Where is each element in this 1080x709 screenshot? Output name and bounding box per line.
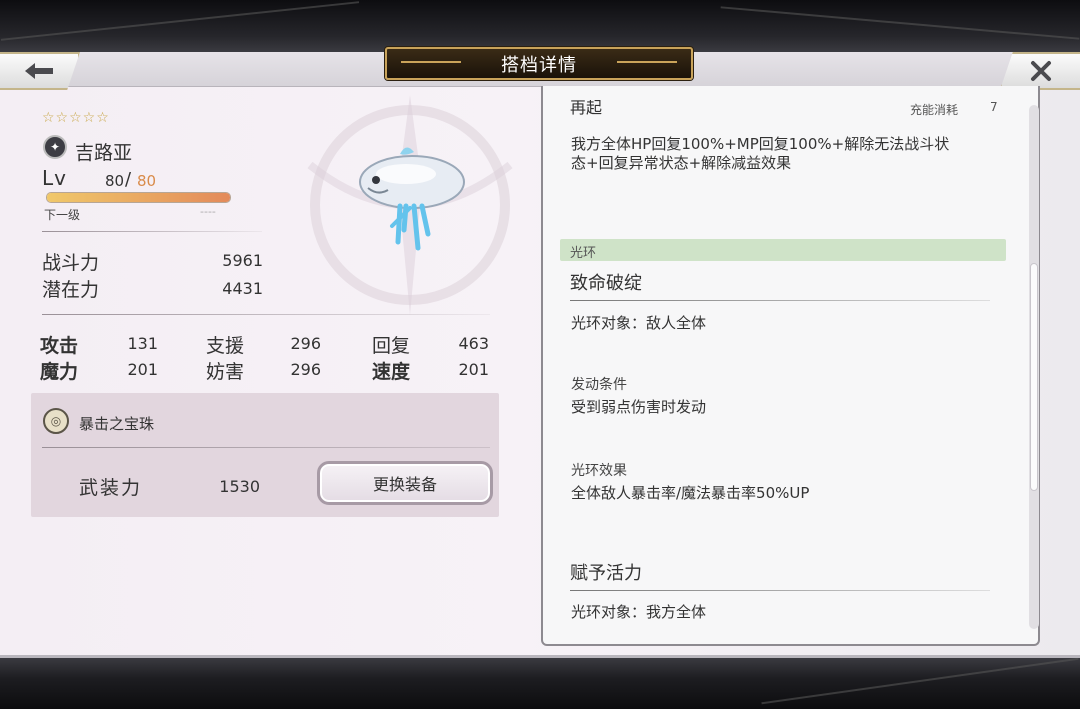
recover-value: 463 xyxy=(458,334,489,353)
level-max: 80 xyxy=(137,172,157,190)
level-slash: / xyxy=(125,169,132,190)
armed-power-label: 武装力 xyxy=(79,477,143,499)
attack-label: 攻击 xyxy=(40,335,79,357)
special-skill-desc-line2: 态+回复异常状态+解除减益效果 xyxy=(571,154,792,172)
skill-scrollbar-thumb[interactable] xyxy=(1030,263,1038,491)
close-icon xyxy=(1031,61,1051,81)
potential-value: 4431 xyxy=(222,279,263,298)
divider xyxy=(570,590,990,591)
aura1-condition: 受到弱点伤害时发动 xyxy=(571,398,707,416)
armed-power-value: 1530 xyxy=(219,477,260,496)
equipment-name: 暴击之宝珠 xyxy=(79,415,155,433)
combat-power-label: 战斗力 xyxy=(42,252,100,274)
magic-label: 魔力 xyxy=(40,361,79,383)
combat-power-value: 5961 xyxy=(222,251,263,270)
page-title: 搭档详情 xyxy=(385,47,693,80)
exp-bar xyxy=(46,192,231,203)
aura2-name: 赋予活力 xyxy=(570,563,642,584)
aura1-effect: 全体敌人暴击率/魔法暴击率50%UP xyxy=(571,484,810,502)
aura-section-label: 光环 xyxy=(570,246,597,261)
hinder-label: 妨害 xyxy=(206,361,245,383)
special-skill-desc-line1: 我方全体HP回复100%+MP回复100%+解除无法战斗状 xyxy=(571,135,950,153)
level-label: Lv xyxy=(42,166,67,190)
divider xyxy=(570,300,990,301)
support-label: 支援 xyxy=(206,335,245,357)
aura1-name: 致命破绽 xyxy=(570,273,642,294)
speed-value: 201 xyxy=(458,360,489,379)
jellyfish-partner-icon xyxy=(359,147,465,251)
aura1-condition-label: 发动条件 xyxy=(571,377,627,393)
next-level-label: 下一级 xyxy=(44,208,81,222)
rarity-stars: ☆☆☆☆☆ xyxy=(42,110,110,126)
top-background-band xyxy=(0,0,1080,52)
hinder-value: 296 xyxy=(290,360,321,379)
potential-label: 潜在力 xyxy=(42,279,100,301)
divider xyxy=(42,447,490,448)
attack-value: 131 xyxy=(127,334,158,353)
level-current: 80 xyxy=(105,172,125,190)
support-value: 296 xyxy=(290,334,321,353)
divider xyxy=(42,231,262,232)
next-level-value: ---- xyxy=(200,205,216,218)
charge-cost-label: 充能消耗 xyxy=(910,103,959,117)
bottom-background-band xyxy=(0,658,1080,709)
exp-bar-fill xyxy=(47,193,230,202)
aura1-target: 光环对象：敌人全体 xyxy=(571,314,707,332)
aura1-effect-label: 光环效果 xyxy=(571,463,627,479)
dark-element-icon: ✦ xyxy=(43,135,67,159)
change-equipment-label: 更换装备 xyxy=(372,475,437,494)
close-button[interactable] xyxy=(1000,52,1080,90)
charge-cost-value: 7 xyxy=(990,100,998,114)
back-arrow-icon xyxy=(25,63,53,79)
aura-section-header: 光环 xyxy=(560,239,1006,261)
aura2-target: 光环对象：我方全体 xyxy=(571,603,707,621)
page-title-text: 搭档详情 xyxy=(501,54,577,76)
back-button[interactable] xyxy=(0,52,80,90)
change-equipment-button[interactable]: 更换装备 xyxy=(317,461,493,505)
speed-label: 速度 xyxy=(372,361,411,383)
character-name: 吉路亚 xyxy=(75,142,133,164)
magic-value: 201 xyxy=(127,360,158,379)
recover-label: 回复 xyxy=(372,335,411,357)
orb-icon: ◎ xyxy=(43,408,69,434)
divider xyxy=(42,314,490,315)
